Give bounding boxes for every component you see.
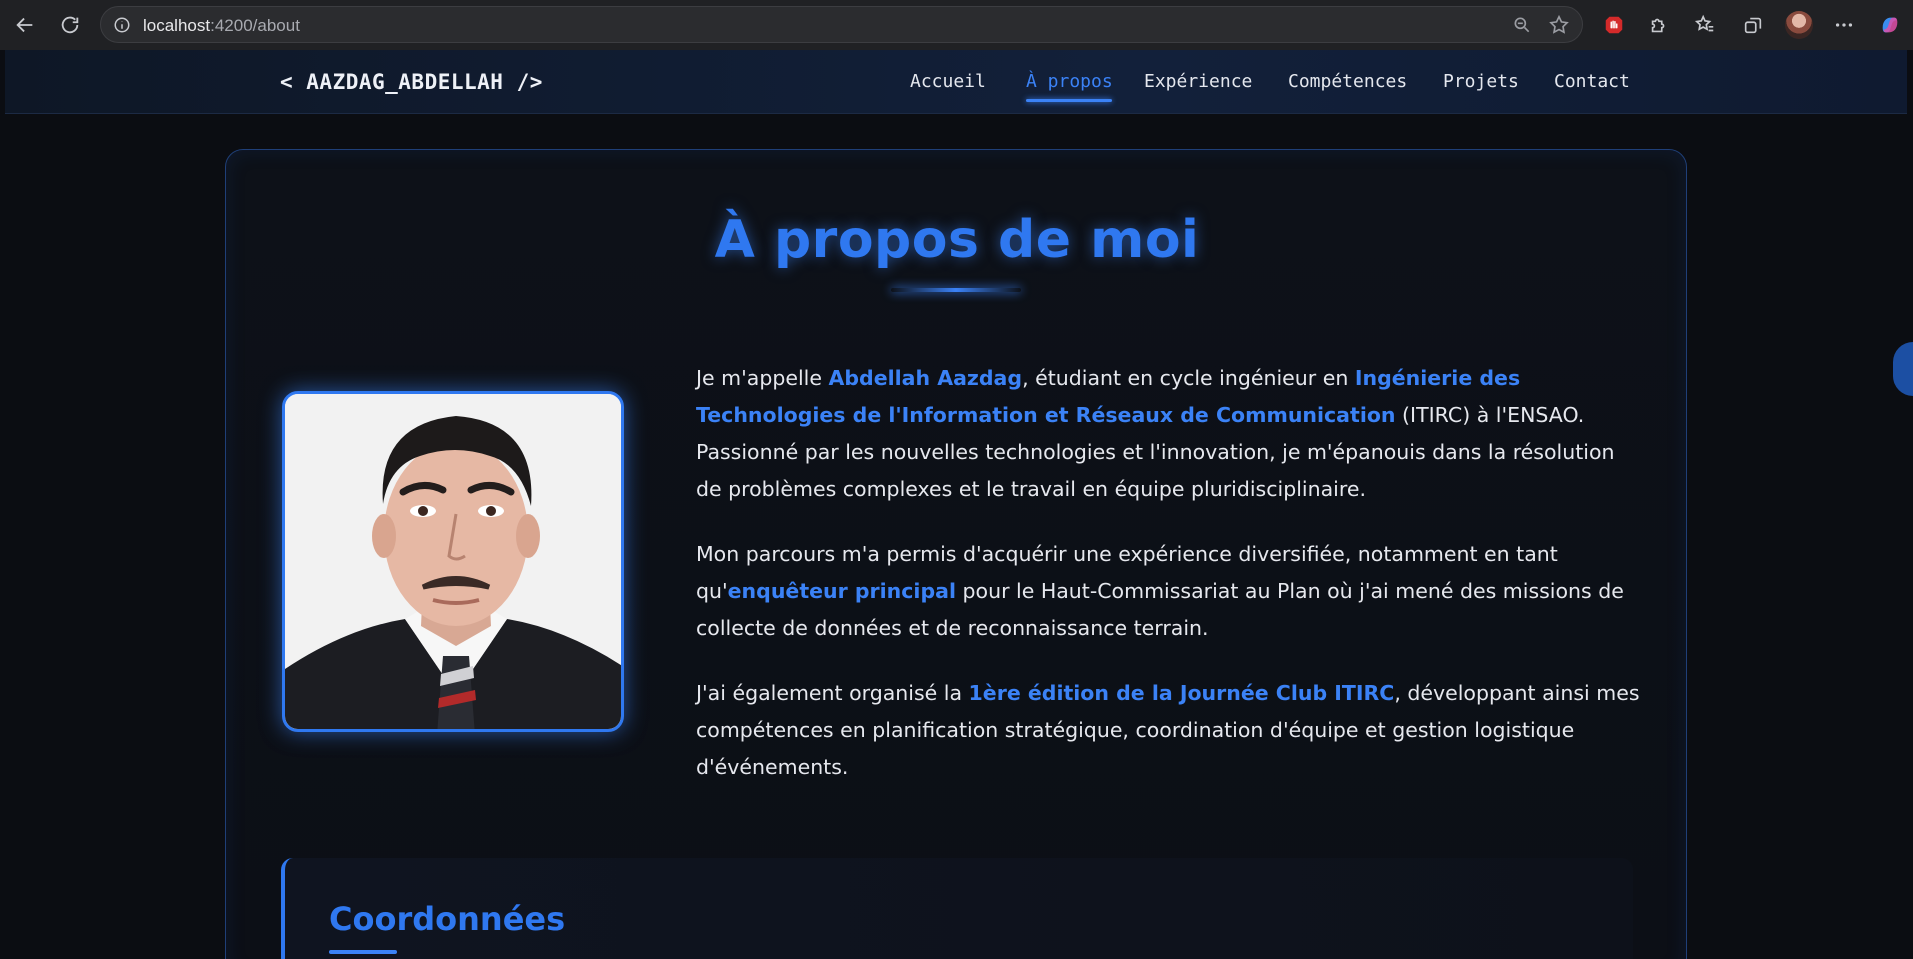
bio-text-segment: Je m'appelle — [696, 366, 829, 390]
address-bar[interactable]: localhost:4200/about — [100, 6, 1583, 43]
favorite-star-icon[interactable] — [1548, 14, 1570, 36]
active-nav-underline — [1026, 99, 1112, 102]
extension-hand-icon[interactable] — [1601, 12, 1627, 38]
site-header: < AAZDAG_ABDELLAH /> Accueil À propos Ex… — [5, 50, 1907, 114]
reload-icon[interactable] — [55, 10, 85, 40]
nav-experience[interactable]: Expérience — [1144, 71, 1252, 92]
bio-name-highlight: Abdellah Aazdag — [828, 366, 1023, 390]
extensions-puzzle-icon[interactable] — [1646, 12, 1672, 38]
zoom-icon[interactable] — [1512, 15, 1532, 35]
nav-projets[interactable]: Projets — [1443, 71, 1519, 92]
bio-paragraph-3: J'ai également organisé la 1ère édition … — [696, 675, 1641, 786]
more-menu-icon[interactable] — [1831, 12, 1857, 38]
contact-title: Coordonnées — [329, 900, 566, 938]
info-icon[interactable] — [113, 16, 131, 34]
bio-role-highlight: enquêteur principal — [727, 579, 956, 603]
contact-card: Coordonnées — [281, 858, 1633, 959]
url-text[interactable]: localhost:4200/about — [143, 16, 300, 36]
contact-title-underline — [329, 950, 397, 954]
bio-text-segment: , étudiant en cycle ingénieur en — [1022, 366, 1355, 390]
nav-a-propos[interactable]: À propos — [1026, 71, 1113, 92]
site-logo[interactable]: < AAZDAG_ABDELLAH /> — [280, 70, 543, 94]
bio-text-segment: J'ai également organisé la — [696, 681, 969, 705]
profile-portrait-image — [285, 394, 621, 729]
profile-photo — [282, 391, 624, 732]
nav-contact[interactable]: Contact — [1554, 71, 1630, 92]
title-underline — [891, 288, 1021, 292]
page-title: À propos de moi — [714, 210, 1200, 270]
floating-side-button[interactable] — [1893, 342, 1913, 396]
favorites-icon[interactable] — [1692, 12, 1718, 38]
back-arrow-icon[interactable] — [10, 10, 40, 40]
collections-icon[interactable] — [1740, 12, 1766, 38]
browser-toolbar: localhost:4200/about — [0, 0, 1913, 50]
nav-accueil[interactable]: Accueil — [910, 71, 986, 92]
bio-event-highlight: 1ère édition de la Journée Club ITIRC — [968, 681, 1395, 705]
bio-paragraph-2: Mon parcours m'a permis d'acquérir une e… — [696, 536, 1641, 647]
profile-avatar[interactable] — [1785, 11, 1813, 39]
bio-text: Je m'appelle Abdellah Aazdag, étudiant e… — [696, 360, 1641, 814]
about-section: À propos de moi Je m'appelle Abdellah Aa… — [225, 149, 1687, 959]
url-path: :4200/about — [210, 16, 300, 35]
url-host: localhost — [143, 16, 211, 35]
nav-competences[interactable]: Compétences — [1288, 71, 1407, 92]
copilot-icon[interactable] — [1877, 12, 1903, 38]
bio-paragraph-1: Je m'appelle Abdellah Aazdag, étudiant e… — [696, 360, 1641, 508]
